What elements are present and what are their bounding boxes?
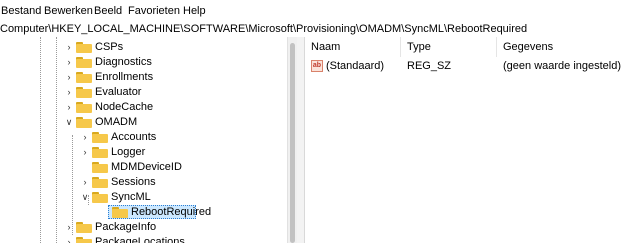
folder-icon bbox=[92, 132, 108, 143]
values-list[interactable]: Naam Type Gegevens ab (Standaard) REG_SZ… bbox=[305, 37, 624, 243]
chevron-right-icon[interactable]: › bbox=[80, 177, 90, 187]
tree-node[interactable]: › Evaluator bbox=[0, 85, 287, 100]
chevron-down-icon[interactable]: ∨ bbox=[80, 192, 90, 202]
tree-node-label: OMADM bbox=[95, 116, 138, 128]
chevron-right-icon[interactable]: › bbox=[64, 102, 74, 112]
string-value-icon: ab bbox=[311, 60, 323, 72]
folder-icon bbox=[76, 102, 92, 113]
tree-node[interactable]: ∨ OMADM bbox=[0, 115, 287, 130]
folder-icon bbox=[92, 162, 108, 173]
chevron-right-icon[interactable]: › bbox=[64, 237, 74, 243]
tree-node[interactable]: › PackageLocations bbox=[0, 235, 287, 243]
folder-icon bbox=[92, 147, 108, 158]
menu-bar: Bestand Bewerken Beeld Favorieten Help bbox=[0, 0, 624, 22]
folder-icon bbox=[76, 222, 92, 233]
tree-node[interactable]: › PackageInfo bbox=[0, 220, 287, 235]
value-type: REG_SZ bbox=[407, 60, 452, 72]
folder-icon bbox=[92, 192, 108, 203]
value-data: (geen waarde ingesteld) bbox=[503, 60, 622, 72]
chevron-down-icon[interactable]: ∨ bbox=[64, 117, 74, 127]
tree-node[interactable]: › Accounts bbox=[0, 130, 287, 145]
column-header-data[interactable]: Gegevens bbox=[497, 37, 624, 57]
chevron-right-icon[interactable]: › bbox=[64, 57, 74, 67]
tree-node-label: SyncML bbox=[111, 191, 151, 203]
folder-icon bbox=[112, 207, 128, 218]
tree-node[interactable]: › Enrollments bbox=[0, 70, 287, 85]
tree-node-label: Sessions bbox=[111, 176, 156, 188]
chevron-right-icon[interactable]: › bbox=[80, 132, 90, 142]
menu-help[interactable]: Help bbox=[182, 5, 207, 18]
tree-node-label: PackageLocations bbox=[95, 236, 185, 243]
chevron-right-icon[interactable]: › bbox=[64, 42, 74, 52]
folder-icon bbox=[76, 42, 92, 53]
column-header-type[interactable]: Type bbox=[401, 37, 497, 57]
tree-node-label: NodeCache bbox=[95, 101, 154, 113]
tree-node-label: MDMDeviceID bbox=[111, 161, 182, 173]
folder-icon bbox=[92, 177, 108, 188]
tree-node-label: PackageInfo bbox=[95, 221, 157, 233]
tree-node[interactable]: RebootRequired bbox=[0, 205, 287, 220]
pane-splitter[interactable] bbox=[297, 37, 305, 243]
chevron-right-icon[interactable]: › bbox=[80, 147, 90, 157]
menu-bestand[interactable]: Bestand bbox=[0, 5, 42, 18]
tree-node-label: Logger bbox=[111, 146, 146, 158]
address-bar[interactable]: Computer\HKEY_LOCAL_MACHINE\SOFTWARE\Mic… bbox=[0, 22, 624, 38]
tree-node[interactable]: MDMDeviceID bbox=[0, 160, 287, 175]
chevron-right-icon[interactable]: › bbox=[64, 72, 74, 82]
folder-icon bbox=[76, 72, 92, 83]
value-name: (Standaard) bbox=[326, 60, 385, 72]
tree-scrollbar-thumb[interactable] bbox=[290, 43, 295, 243]
folder-icon bbox=[76, 237, 92, 243]
tree-node-label: Diagnostics bbox=[95, 56, 152, 68]
folder-icon bbox=[76, 87, 92, 98]
menu-favorieten[interactable]: Favorieten bbox=[127, 5, 181, 18]
folder-icon bbox=[76, 117, 92, 128]
registry-tree[interactable]: › CSPs › Diagnostics › Enrollments › Evaluator ›… bbox=[0, 37, 287, 243]
chevron-right-icon[interactable]: › bbox=[64, 222, 74, 232]
tree-node-label: Enrollments bbox=[95, 71, 154, 83]
menu-beeld[interactable]: Beeld bbox=[93, 5, 123, 18]
folder-icon bbox=[76, 57, 92, 68]
value-row[interactable]: ab (Standaard) REG_SZ (geen waarde inges… bbox=[305, 59, 624, 74]
tree-node[interactable]: › NodeCache bbox=[0, 100, 287, 115]
tree-node-label: Accounts bbox=[111, 131, 157, 143]
address-path[interactable]: Computer\HKEY_LOCAL_MACHINE\SOFTWARE\Mic… bbox=[0, 23, 527, 36]
column-header-name[interactable]: Naam bbox=[305, 37, 401, 57]
tree-node-label: CSPs bbox=[95, 41, 124, 53]
tree-node[interactable]: › Sessions bbox=[0, 175, 287, 190]
tree-node[interactable]: › Logger bbox=[0, 145, 287, 160]
tree-node[interactable]: › CSPs bbox=[0, 40, 287, 55]
chevron-right-icon[interactable]: › bbox=[64, 87, 74, 97]
tree-node-label: RebootRequired bbox=[131, 206, 212, 218]
tree-node[interactable]: › Diagnostics bbox=[0, 55, 287, 70]
menu-bewerken[interactable]: Bewerken bbox=[43, 5, 94, 18]
tree-node[interactable]: ∨ SyncML bbox=[0, 190, 287, 205]
tree-node-label: Evaluator bbox=[95, 86, 142, 98]
